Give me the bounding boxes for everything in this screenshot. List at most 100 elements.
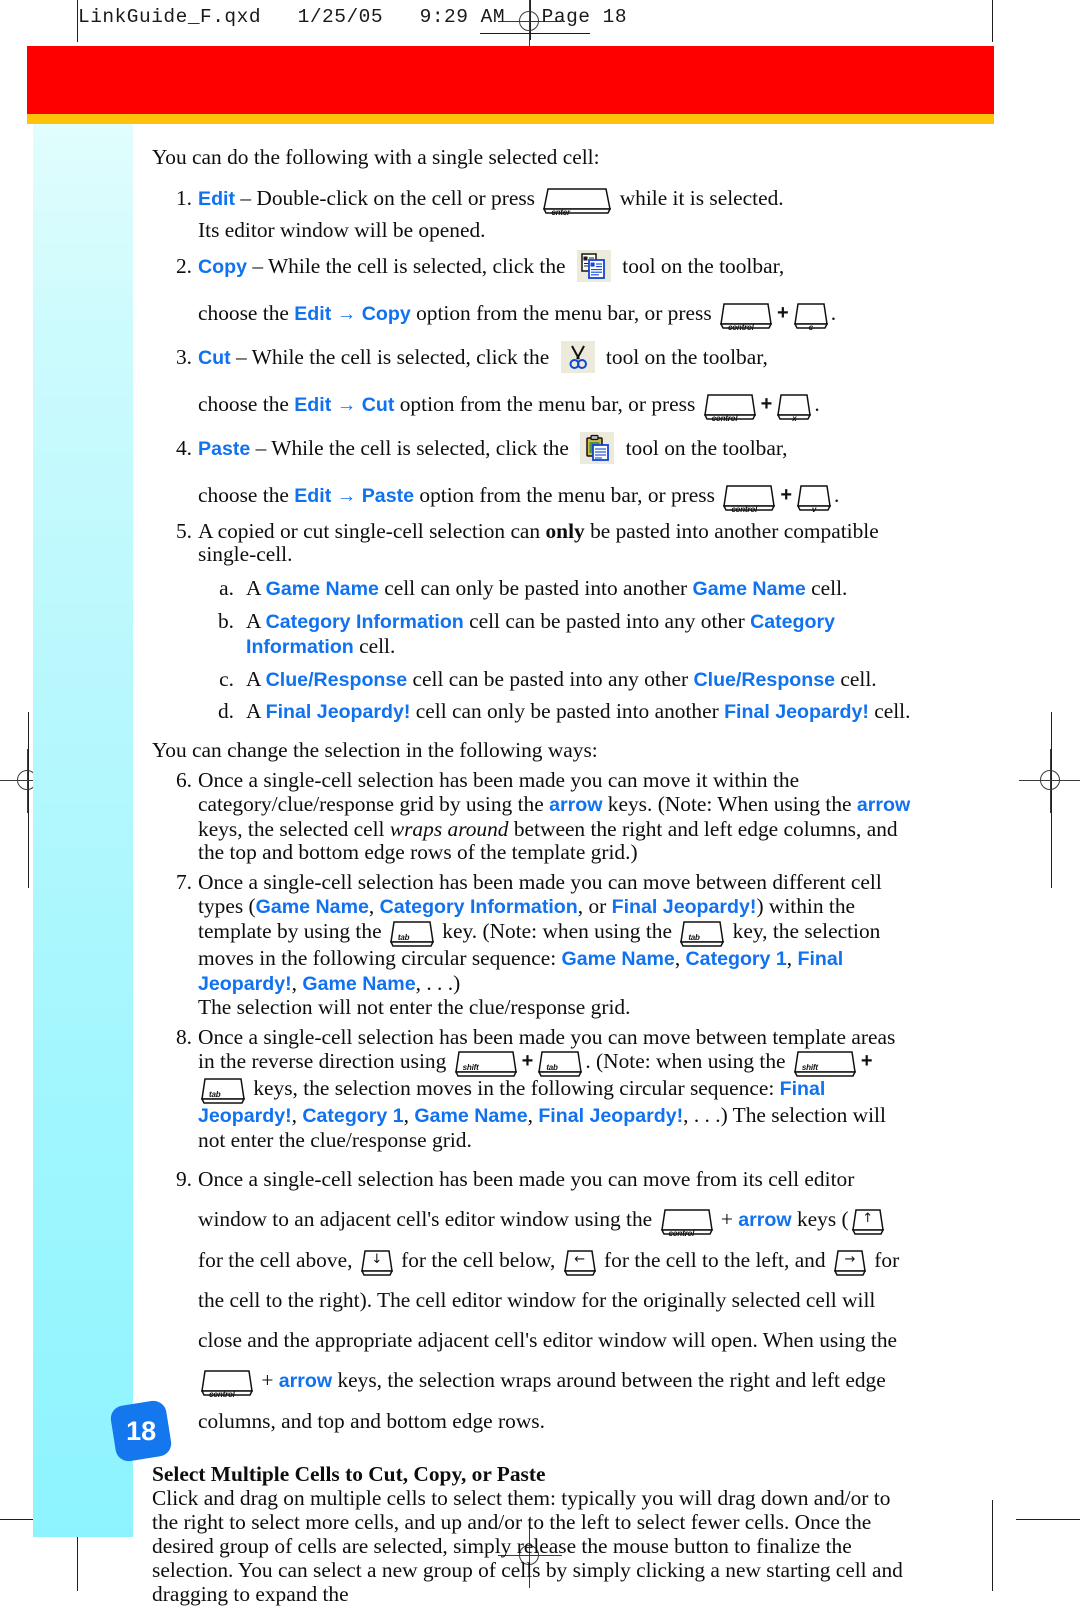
key-shift-1[interactable]: shift: [454, 1051, 517, 1077]
list-item-2: 2. Copy – While the cell is selected, cl…: [152, 246, 912, 334]
sub-d-keyword-1: Final Jeopardy!: [265, 701, 411, 724]
list-item-7: 7. Once a single-cell selection has been…: [152, 870, 912, 1020]
sub-a-text-2: cell can only be pasted into another: [378, 576, 693, 601]
cut-scissors-icon[interactable]: [560, 340, 595, 373]
sub-item-a: a. A Game Name cell can only be pasted i…: [152, 576, 912, 602]
key-control-paste[interactable]: control: [723, 484, 776, 514]
trim-rule-right: [1016, 1519, 1080, 1520]
item6-keyword-arrow-2: arrow: [856, 793, 911, 816]
key-shift-2[interactable]: shift: [793, 1051, 856, 1077]
list-item-4: 4. Paste – While the cell is selected, c…: [152, 428, 912, 516]
menu-arrow: →: [331, 302, 362, 325]
item7-keyword-category-info: Category Information: [379, 895, 578, 918]
sub-marker-b: b.: [217, 608, 234, 633]
item3-text-2: tool on the toolbar,: [600, 344, 768, 369]
key-arrow-right[interactable]: →: [833, 1249, 866, 1276]
key-c[interactable]: c: [793, 302, 828, 332]
menu-paste[interactable]: Paste: [362, 485, 414, 507]
item6-text-2: keys. (Note: When using the: [602, 791, 857, 816]
paste-clipboard-icon[interactable]: [580, 431, 615, 464]
list-item-6: 6. Once a single-cell selection has been…: [152, 768, 912, 865]
item2-text-4: option from the menu bar, or press: [410, 300, 717, 325]
key-enter[interactable]: enter: [543, 188, 612, 217]
key-control-arrow-1[interactable]: control: [660, 1208, 713, 1238]
menu-cut[interactable]: Cut: [362, 394, 395, 416]
item3-text-1: – While the cell is selected, click the: [230, 344, 555, 369]
item1-text-3: Its editor window will be opened.: [198, 217, 486, 242]
item3-line-2: choose the Edit → Cut option from the me…: [198, 384, 912, 425]
sub-c-text-1: A: [246, 666, 266, 691]
sub-b-keyword-1: Category Information: [265, 610, 464, 633]
key-arrow-up[interactable]: ↑: [851, 1208, 884, 1235]
item7-text-3: , or: [577, 893, 612, 918]
sub-d-keyword-2: Final Jeopardy!: [724, 701, 869, 724]
item8-text-2: . (Note: when using the: [585, 1048, 791, 1073]
intro-change-selection: You can change the selection in the foll…: [152, 738, 598, 763]
key-x[interactable]: x: [777, 393, 812, 423]
list-marker-1: 1.: [175, 185, 192, 210]
item1-text-1: – Double-click on the cell or press: [235, 185, 541, 210]
menu-edit-paste[interactable]: Edit: [294, 485, 331, 507]
item3-text-5: .: [814, 391, 820, 416]
list-marker-7: 7.: [175, 870, 192, 895]
item8-seq-game-name: Game Name: [414, 1104, 528, 1127]
trim-mark-right-bottom: [992, 1500, 993, 1591]
item7-text-2: ,: [368, 893, 380, 918]
list-item-9: 9. Once a single-cell selection has been…: [152, 1159, 912, 1441]
item9-keyword-arrow-2: arrow: [278, 1369, 333, 1392]
copy-tool-icon[interactable]: [576, 249, 611, 282]
trim-mark-right-top: [992, 0, 993, 42]
item2-text-3: choose the: [198, 300, 295, 325]
plus-sign-paste: +: [780, 483, 792, 506]
item7-text-7: ,: [674, 945, 686, 970]
menu-edit[interactable]: Edit: [294, 303, 331, 325]
menu-arrow-paste: →: [331, 484, 362, 507]
intro-single-cell: You can do the following with a single s…: [152, 145, 600, 169]
sub-c-keyword-1: Clue/Response: [265, 668, 408, 691]
key-control[interactable]: control: [720, 302, 772, 332]
key-arrow-down[interactable]: ↓: [360, 1249, 393, 1276]
key-v[interactable]: v: [797, 484, 831, 514]
item6-italic-wraps: wraps around: [389, 816, 509, 841]
key-arrow-left[interactable]: ←: [563, 1249, 596, 1276]
item2-text-1: – While the cell is selected, click the: [246, 253, 571, 278]
list-marker-2: 2.: [175, 253, 192, 278]
item8-text-6: ,: [527, 1102, 539, 1127]
menu-arrow-cut: →: [331, 393, 362, 416]
item7-text-9: ,: [291, 970, 303, 995]
list-marker-8: 8.: [175, 1025, 192, 1050]
sub-a-text-1: A: [246, 576, 266, 601]
sub-d-text-2: cell can only be pasted into another: [410, 699, 725, 724]
item4-text-4: option from the menu bar, or press: [414, 482, 721, 507]
key-tab-1[interactable]: tab: [389, 921, 434, 947]
item2-text-5: .: [830, 300, 837, 325]
sidebar-cyan-bleed: [33, 124, 133, 1537]
item6-text-3: keys, the selected cell: [198, 816, 390, 841]
sub-d-text-1: A: [246, 699, 266, 724]
menu-edit-cut[interactable]: Edit: [294, 394, 331, 416]
printer-slug-rule: [480, 33, 590, 35]
section-body: Click and drag on multiple cells to sele…: [152, 1486, 903, 1606]
plus-sign-shift-1: +: [521, 1049, 534, 1072]
item7-text-10: , . . .): [415, 970, 461, 995]
key-tab-2[interactable]: tab: [680, 921, 725, 947]
item9-text-2: +: [715, 1206, 739, 1231]
sub-marker-d: d.: [217, 699, 234, 724]
sub-c-keyword-2: Clue/Response: [693, 668, 836, 691]
item8-seq-final-jeopardy-2: Final Jeopardy!: [538, 1104, 684, 1127]
list-marker-4: 4.: [175, 435, 192, 460]
item3-text-3: choose the: [198, 391, 295, 416]
menu-copy[interactable]: Copy: [362, 303, 411, 325]
key-tab-4[interactable]: tab: [201, 1078, 245, 1104]
key-control-arrow-2[interactable]: control: [201, 1369, 253, 1399]
item9-text-8: +: [256, 1367, 279, 1392]
key-tab-3[interactable]: tab: [538, 1051, 583, 1077]
keyword-copy: Copy: [198, 255, 247, 278]
item8-text-5: ,: [403, 1102, 415, 1127]
item2-line-2: choose the Edit → Copy option from the m…: [198, 293, 912, 334]
list-item-3: 3. Cut – While the cell is selected, cli…: [152, 337, 912, 425]
printer-slug-line: LinkGuide_F.qxd 1/25/05 9:29 AM Page 18: [78, 6, 628, 28]
item7-text-11: The selection will not enter the clue/re…: [198, 995, 631, 1020]
key-control-cut[interactable]: control: [703, 393, 756, 423]
sub-b-text-2: cell can be pasted into any other: [463, 608, 751, 633]
